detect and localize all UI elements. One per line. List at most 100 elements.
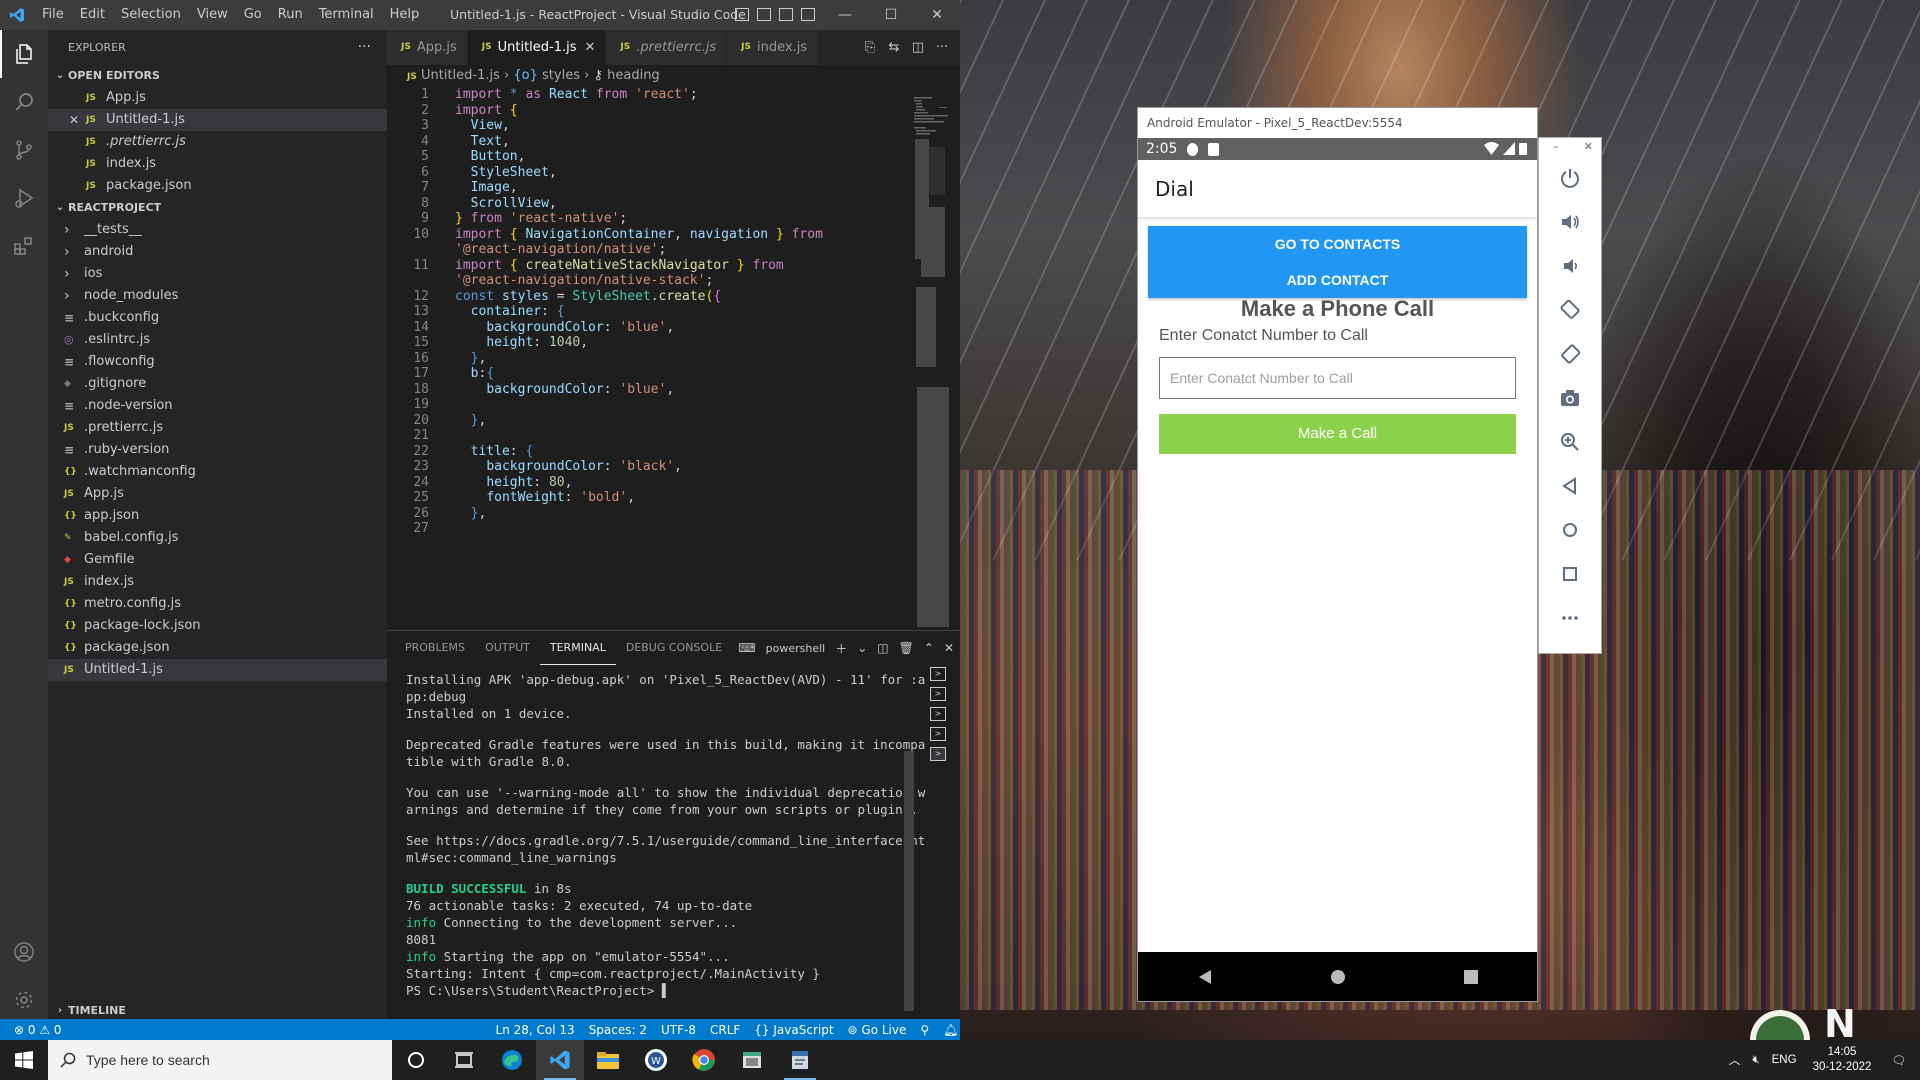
code-line[interactable]: }, <box>455 413 487 428</box>
open-editor-item[interactable]: JS App.js <box>48 87 387 109</box>
menu-item-terminal[interactable]: Terminal <box>311 0 382 30</box>
volume-up-icon[interactable] <box>1539 200 1601 244</box>
file-item[interactable]: ≡ .node-version <box>48 395 387 417</box>
language-indicator[interactable]: ENG <box>1766 1054 1803 1066</box>
zoom-icon[interactable] <box>1539 420 1601 464</box>
code-line[interactable]: backgroundColor: 'blue', <box>455 320 674 335</box>
menu-item-selection[interactable]: Selection <box>113 0 189 30</box>
home-icon[interactable] <box>1330 969 1346 985</box>
back-icon[interactable] <box>1197 969 1213 985</box>
breadcrumb-file[interactable]: Untitled-1.js <box>421 68 500 83</box>
overview-icon[interactable] <box>1539 552 1601 596</box>
open-editors-section[interactable]: ⌄ OPEN EDITORS <box>48 65 387 87</box>
menu-item-go[interactable]: Go <box>236 0 270 30</box>
code-line[interactable]: import { NavigationContainer, navigation… <box>455 227 823 242</box>
notifications-bell-icon[interactable]: 🔔︎ <box>936 1023 960 1037</box>
vscode-taskbar-icon[interactable] <box>536 1040 584 1080</box>
indentation-status[interactable]: Spaces: 2 <box>582 1023 654 1037</box>
home-icon[interactable] <box>1539 508 1601 552</box>
file-item[interactable]: {} package.json <box>48 637 387 659</box>
minimize-button[interactable]: — <box>822 0 868 30</box>
code-line[interactable]: fontWeight: 'bold', <box>455 490 635 505</box>
file-item[interactable]: ≡ .flowconfig <box>48 351 387 373</box>
open-editor-item[interactable]: JS index.js <box>48 153 387 175</box>
close-button[interactable]: ✕ <box>914 0 960 30</box>
editor-tab[interactable]: JS index.js <box>727 30 819 65</box>
editor-tab[interactable]: JS Untitled-1.js ✕ <box>467 30 607 65</box>
more-actions-icon[interactable]: ··· <box>934 40 950 55</box>
code-editor[interactable]: 1 import * as React from 'react'; 2 import … <box>387 87 887 630</box>
toggle-panel-icon[interactable] <box>757 8 771 21</box>
file-item[interactable]: ≡ .buckconfig <box>48 307 387 329</box>
source-control-icon[interactable] <box>0 126 48 174</box>
close-icon[interactable]: ✕ <box>62 109 86 131</box>
code-line[interactable]: } from 'react-native'; <box>455 211 627 226</box>
terminal-instance-icon[interactable]: > <box>930 747 946 761</box>
cortana-icon[interactable] <box>392 1040 440 1080</box>
notification-center-icon[interactable]: 🗨︎ <box>1881 1053 1920 1067</box>
clock[interactable]: 14:05 30-12-2022 <box>1803 1045 1882 1075</box>
customize-layout-icon[interactable] <box>801 8 815 21</box>
emulator-close-button[interactable]: ✕ <box>1584 140 1593 156</box>
code-line[interactable]: ScrollView, <box>455 196 557 211</box>
file-item[interactable]: {} app.json <box>48 505 387 527</box>
rotate-right-icon[interactable] <box>1539 332 1601 376</box>
power-icon[interactable] <box>1539 156 1601 200</box>
cursor-position[interactable]: Ln 28, Col 13 <box>489 1023 582 1037</box>
code-line[interactable]: StyleSheet, <box>455 165 557 180</box>
language-mode[interactable]: {} JavaScript <box>747 1023 840 1037</box>
file-item[interactable]: JS .prettierrc.js <box>48 417 387 439</box>
tray-overflow-icon[interactable]: ︿ <box>1723 1052 1747 1068</box>
feedback-icon[interactable]: ⚲ <box>913 1023 936 1037</box>
panel-tab-problems[interactable]: PROBLEMS <box>395 631 475 665</box>
split-terminal-icon[interactable]: ◫ <box>877 641 888 655</box>
code-line[interactable]: import * as React from 'react'; <box>455 87 698 102</box>
problems-status[interactable]: ⊗ 0 ⚠ 0 <box>0 1023 69 1037</box>
open-editor-item[interactable]: JS package.json <box>48 175 387 197</box>
terminal-instance-icon[interactable]: > <box>930 707 946 721</box>
word-app-icon[interactable]: W <box>632 1040 680 1080</box>
run-debug-icon[interactable] <box>0 174 48 222</box>
code-line[interactable]: Text, <box>455 134 510 149</box>
taskbar-search-box[interactable]: Type here to search <box>48 1040 392 1080</box>
extensions-icon[interactable] <box>0 222 48 270</box>
open-editor-item[interactable]: ✕ JS Untitled-1.js <box>48 109 387 131</box>
code-line[interactable]: }, <box>455 506 487 521</box>
eol-status[interactable]: CRLF <box>703 1023 747 1037</box>
accounts-icon[interactable] <box>0 928 48 976</box>
timeline-section[interactable]: › TIMELINE <box>48 1000 387 1021</box>
go-live-button[interactable]: ⊚ Go Live <box>841 1023 914 1037</box>
file-item[interactable]: ◆ .gitignore <box>48 373 387 395</box>
folder-item[interactable]: › node_modules <box>48 285 387 307</box>
editor-tab[interactable]: JS .prettierrc.js <box>606 30 728 65</box>
emulator-taskbar-icon[interactable] <box>728 1040 776 1080</box>
open-editor-item[interactable]: JS .prettierrc.js <box>48 131 387 153</box>
terminal-instance-icon[interactable]: > <box>930 667 946 681</box>
close-panel-icon[interactable]: ✕ <box>944 641 954 655</box>
kill-terminal-icon[interactable]: 🗑 <box>899 641 914 655</box>
code-line[interactable]: title: { <box>455 444 534 459</box>
back-icon[interactable] <box>1539 464 1601 508</box>
chevron-down-icon[interactable]: ⌄ <box>857 641 867 655</box>
code-line[interactable]: Button, <box>455 149 526 164</box>
file-item[interactable]: {} package-lock.json <box>48 615 387 637</box>
file-item[interactable]: JS index.js <box>48 571 387 593</box>
maximize-panel-icon[interactable]: ⌃ <box>924 641 934 655</box>
explorer-icon[interactable] <box>0 30 48 78</box>
edge-browser-icon[interactable] <box>488 1040 536 1080</box>
code-line[interactable]: container: { <box>455 304 565 319</box>
recents-icon[interactable] <box>1463 969 1479 985</box>
rotate-left-icon[interactable] <box>1539 288 1601 332</box>
code-line[interactable]: '@react-navigation/native'; <box>455 242 666 257</box>
camera-icon[interactable] <box>1539 376 1601 420</box>
file-item[interactable]: ◎ .eslintrc.js <box>48 329 387 351</box>
file-item[interactable]: JS Untitled-1.js <box>48 659 387 681</box>
app-window-taskbar-icon[interactable] <box>776 1040 824 1080</box>
emulator-minimize-button[interactable]: – <box>1553 140 1559 156</box>
folder-item[interactable]: › android <box>48 241 387 263</box>
minimap[interactable] <box>887 87 957 630</box>
file-item[interactable]: ✎ babel.config.js <box>48 527 387 549</box>
terminal-shell-label[interactable]: powershell <box>766 642 826 655</box>
more-actions-icon[interactable]: ··· <box>358 30 371 65</box>
breadcrumb-styles[interactable]: styles <box>542 68 580 83</box>
